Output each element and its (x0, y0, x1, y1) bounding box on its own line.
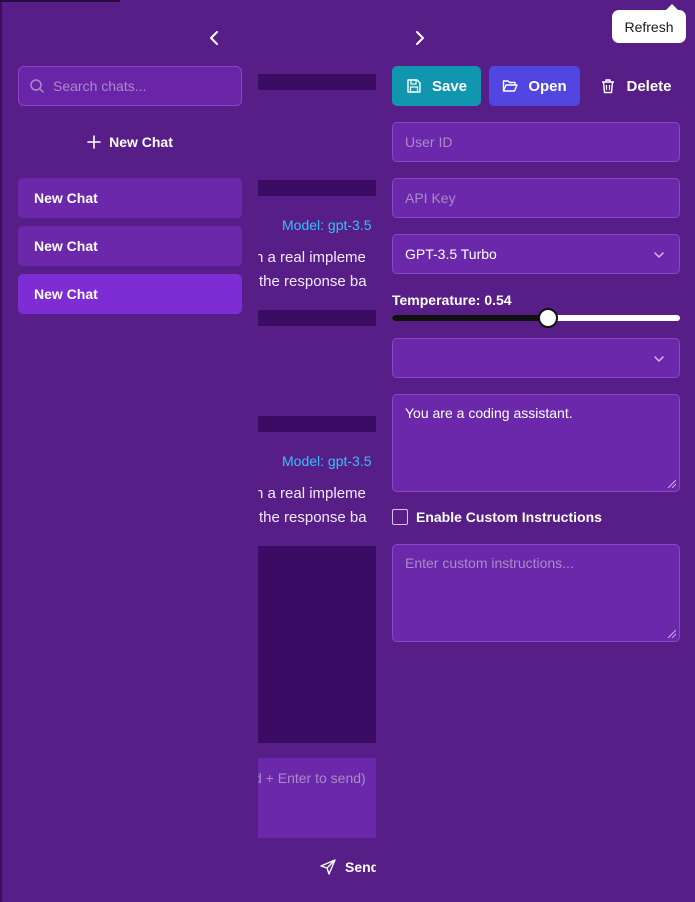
model-label: Model: gpt-3.5 (282, 217, 372, 233)
resize-handle-icon[interactable] (666, 478, 676, 488)
search-icon (30, 79, 44, 93)
api-key-input[interactable] (405, 190, 665, 206)
secondary-select[interactable] (392, 338, 680, 378)
temperature-slider-track[interactable] (392, 315, 680, 321)
chat-item-label: New Chat (34, 238, 98, 254)
message-bubble-user (258, 416, 376, 432)
temperature-slider-fill (392, 315, 548, 321)
delete-label: Delete (626, 77, 672, 95)
custom-instructions-textarea[interactable]: Enter custom instructions... (392, 544, 680, 642)
send-button[interactable]: Send (320, 856, 376, 878)
chevron-down-icon (654, 252, 664, 258)
message-bubble-user (258, 310, 376, 326)
chat-list-item[interactable]: New Chat (18, 178, 242, 218)
temperature-label: Temperature: 0.54 (392, 292, 512, 308)
chat-messages-area: Model: gpt-3.5 n a real impleme the resp… (258, 0, 376, 902)
message-text: n a real impleme (258, 485, 366, 502)
chat-input-placeholder: d + Enter to send) (258, 770, 366, 786)
custom-instructions-toggle[interactable]: Enable Custom Instructions (392, 509, 602, 525)
model-select[interactable]: GPT-3.5 Turbo (392, 234, 680, 274)
chevron-down-icon (654, 356, 664, 362)
chevron-right-icon[interactable] (410, 28, 430, 48)
window-edge (0, 0, 2, 902)
save-label: Save (431, 77, 468, 95)
plus-icon (87, 135, 101, 149)
message-text: the response ba (259, 273, 367, 290)
new-chat-button[interactable]: New Chat (18, 122, 242, 162)
model-select-value: GPT-3.5 Turbo (405, 246, 497, 262)
api-key-field[interactable] (392, 178, 680, 218)
message-text: n a real impleme (258, 249, 366, 266)
message-bubble-pending (258, 546, 376, 743)
folder-open-icon (503, 80, 519, 92)
save-button[interactable]: Save (392, 66, 481, 106)
message-bubble-user (258, 180, 376, 196)
search-input[interactable] (53, 78, 233, 94)
chat-list-item-active[interactable]: New Chat (18, 274, 242, 314)
custom-instructions-checkbox[interactable] (392, 509, 408, 525)
new-chat-label: New Chat (109, 134, 173, 150)
search-chats[interactable] (18, 66, 242, 106)
send-label: Send (345, 859, 376, 875)
chevron-left-icon[interactable] (204, 28, 224, 48)
custom-instructions-label: Enable Custom Instructions (416, 509, 602, 525)
open-label: Open (528, 77, 567, 95)
send-icon (320, 859, 336, 875)
message-text: the response ba (259, 509, 367, 526)
system-prompt-textarea[interactable]: You are a coding assistant. (392, 394, 680, 492)
chat-item-label: New Chat (34, 286, 98, 302)
trash-icon (602, 79, 615, 94)
save-icon (407, 79, 421, 93)
chat-list-item[interactable]: New Chat (18, 226, 242, 266)
resize-handle-icon[interactable] (666, 628, 676, 638)
chat-item-label: New Chat (34, 190, 98, 206)
user-id-field[interactable] (392, 122, 680, 162)
refresh-tooltip: Refresh (612, 4, 686, 43)
model-label: Model: gpt-3.5 (282, 453, 372, 469)
custom-instructions-placeholder: Enter custom instructions... (405, 555, 574, 571)
system-prompt-text: You are a coding assistant. (405, 405, 573, 421)
delete-button[interactable]: Delete (592, 66, 680, 106)
message-bubble-user (258, 74, 376, 90)
user-id-input[interactable] (405, 134, 665, 150)
window-edge-top (0, 0, 120, 2)
chat-input[interactable]: d + Enter to send) (258, 758, 376, 838)
temperature-slider-thumb[interactable] (537, 308, 558, 328)
open-button[interactable]: Open (489, 66, 580, 106)
